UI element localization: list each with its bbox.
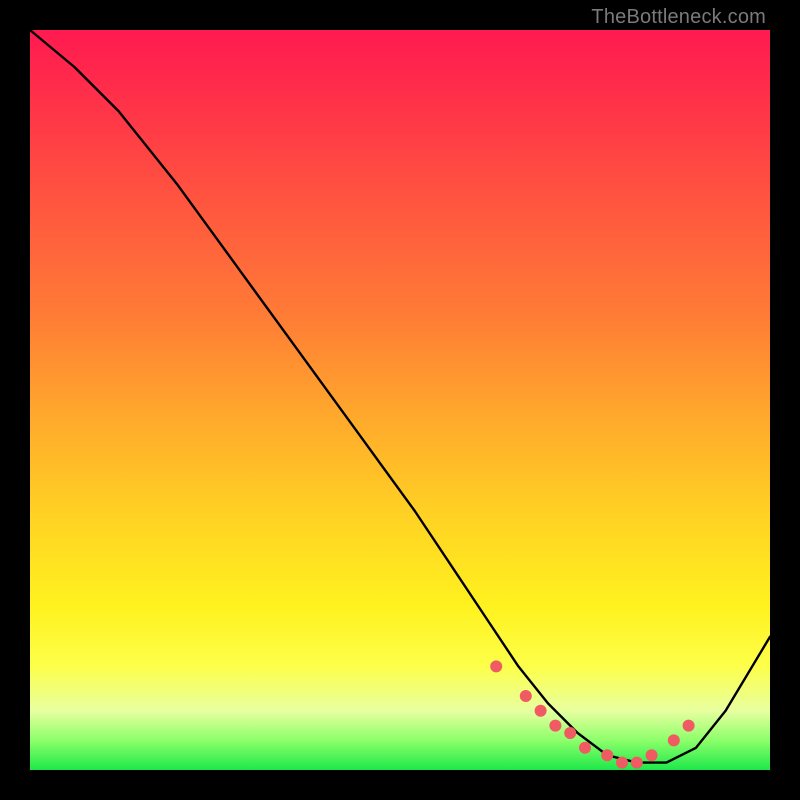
trough-marker: [549, 720, 561, 732]
trough-marker: [631, 757, 643, 769]
trough-marker: [490, 660, 502, 672]
trough-marker: [579, 742, 591, 754]
watermark-label: TheBottleneck.com: [591, 6, 766, 29]
trough-marker: [564, 727, 576, 739]
bottleneck-curve: [30, 30, 770, 763]
trough-marker: [520, 690, 532, 702]
trough-marker: [616, 757, 628, 769]
trough-marker: [646, 749, 658, 761]
trough-marker: [535, 705, 547, 717]
trough-markers: [490, 660, 694, 768]
trough-marker: [601, 749, 613, 761]
trough-marker: [668, 734, 680, 746]
trough-marker: [683, 720, 695, 732]
chart-frame: TheBottleneck.com: [0, 0, 800, 800]
plot-area: [30, 30, 770, 770]
curve-svg: [30, 30, 770, 770]
